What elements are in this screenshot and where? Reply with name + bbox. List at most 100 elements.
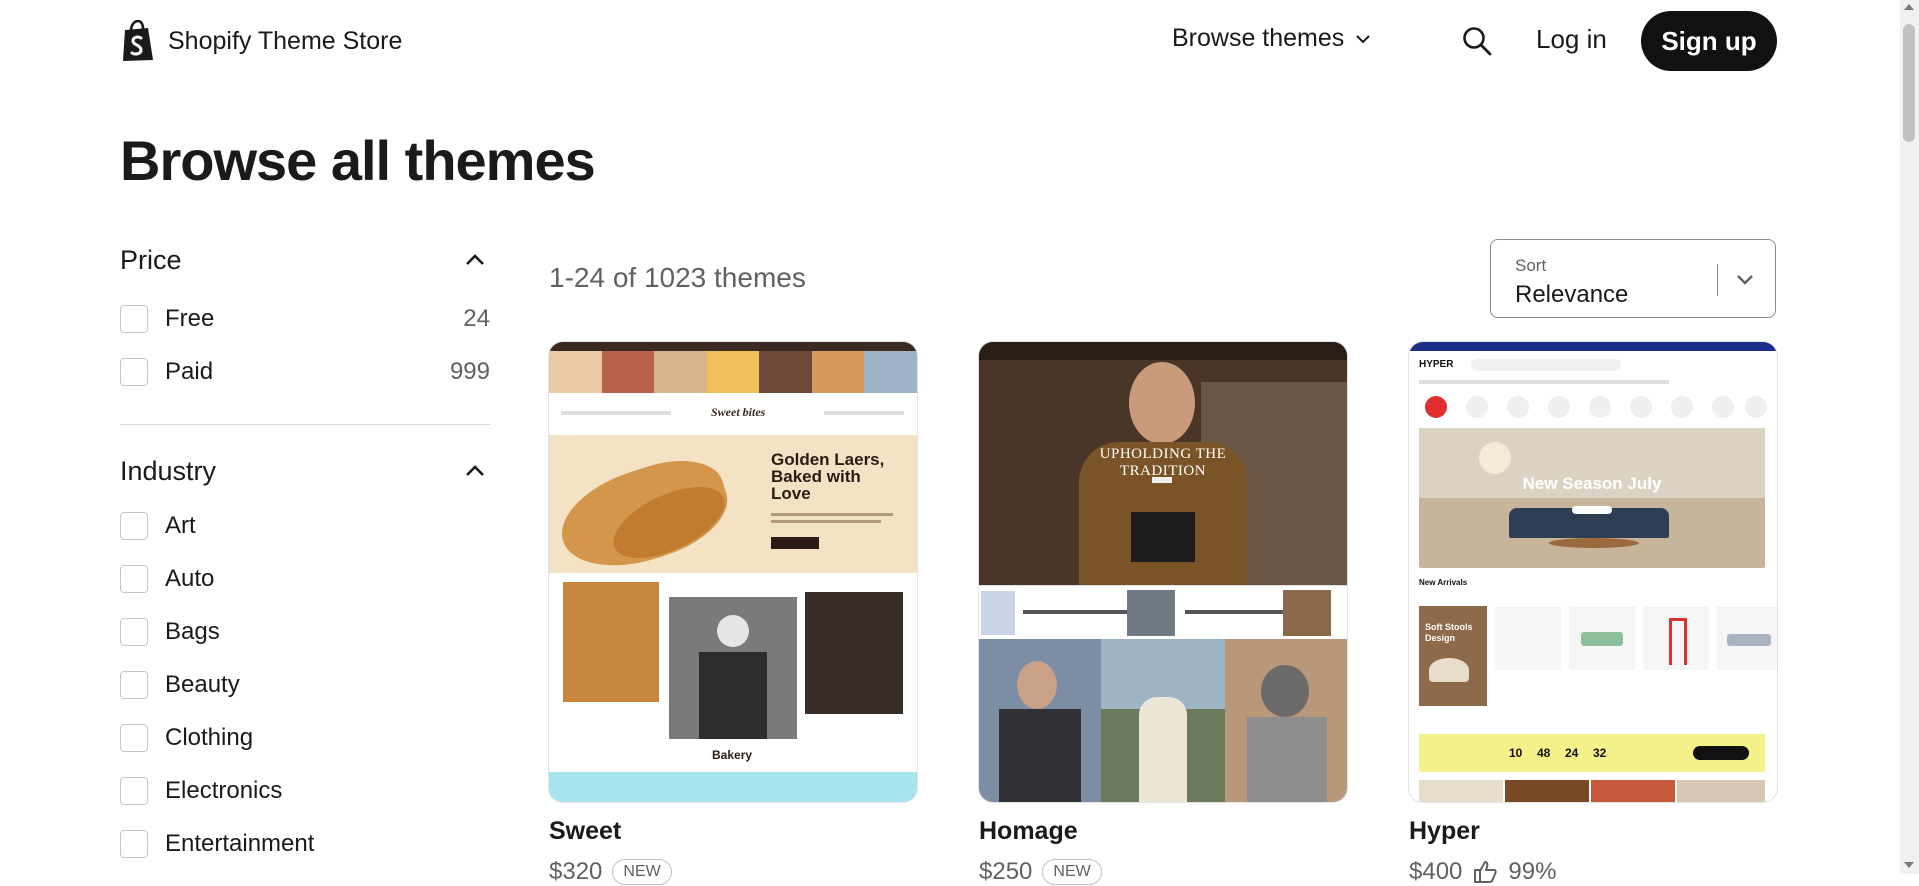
theme-price: $250 bbox=[979, 858, 1033, 885]
signup-button[interactable]: Sign up bbox=[1641, 11, 1777, 71]
filter-option-label: Paid bbox=[165, 357, 214, 385]
chevron-down-icon bbox=[1737, 275, 1753, 285]
preview-nav: Sweet bites bbox=[549, 393, 917, 436]
countdown-seconds: 32 bbox=[1593, 746, 1607, 760]
page-title: Browse all themes bbox=[120, 129, 596, 192]
chevron-up-icon bbox=[466, 254, 484, 265]
preview-logo: HYPER bbox=[1419, 359, 1454, 370]
theme-meta: $400 99% bbox=[1409, 858, 1556, 886]
theme-meta: $320 NEW bbox=[549, 858, 672, 886]
login-link[interactable]: Log in bbox=[1536, 24, 1607, 55]
preview-bottom-tile bbox=[1591, 780, 1675, 802]
checkbox[interactable] bbox=[120, 564, 148, 593]
preview-category-row bbox=[1409, 392, 1777, 424]
filter-option-label: Entertainment bbox=[165, 829, 315, 857]
filter-option-auto[interactable]: Auto bbox=[120, 552, 490, 605]
filter-option-count: 24 bbox=[463, 304, 490, 332]
preview-image-man bbox=[979, 639, 1101, 802]
preview-countdown-band: 10 48 24 32 bbox=[1419, 734, 1765, 772]
preview-footer-band bbox=[549, 772, 917, 802]
search-icon[interactable] bbox=[1460, 24, 1494, 58]
preview-bottom-tile bbox=[1505, 780, 1589, 802]
filter-option-label: Electronics bbox=[165, 776, 283, 804]
theme-preview-hyper[interactable]: HYPER New Season July New Arrivals Soft … bbox=[1409, 342, 1777, 802]
preview-logo: Sweet bites bbox=[711, 405, 766, 419]
preview-headline: Golden Laers, Baked with Love bbox=[771, 450, 885, 503]
results-count: 1-24 of 1023 themes bbox=[549, 262, 806, 293]
filter-option-free[interactable]: Free 24 bbox=[120, 292, 490, 345]
preview-promo: Soft Stools Design bbox=[1425, 622, 1473, 643]
preview-image-mountain bbox=[1101, 639, 1225, 802]
countdown-minutes: 24 bbox=[1565, 746, 1579, 760]
browse-themes-label: Browse themes bbox=[1172, 24, 1345, 52]
preview-product bbox=[1569, 606, 1635, 670]
filter-option-clothing[interactable]: Clothing bbox=[120, 711, 490, 764]
sort-separator bbox=[1717, 264, 1718, 296]
filter-option-entertainment[interactable]: Entertainment bbox=[120, 817, 490, 870]
preview-bottom-tile bbox=[1677, 780, 1765, 802]
brand-name: Shopify Theme Store bbox=[168, 26, 403, 55]
preview-image-woman bbox=[1225, 639, 1347, 802]
checkbox[interactable] bbox=[120, 829, 148, 858]
preview-hero: New Season July bbox=[1419, 428, 1765, 568]
preview-image-bread bbox=[563, 582, 659, 702]
sort-value: Relevance bbox=[1515, 281, 1629, 308]
new-badge: NEW bbox=[612, 859, 672, 885]
price-filter-toggle[interactable]: Price bbox=[120, 236, 490, 284]
theme-name[interactable]: Sweet bbox=[549, 817, 621, 846]
preview-topbar bbox=[1409, 342, 1777, 351]
industry-filter-toggle[interactable]: Industry bbox=[120, 447, 490, 495]
theme-preview-homage[interactable]: UPHOLDING THE TRADITION bbox=[979, 342, 1347, 802]
preview-section: New Arrivals bbox=[1419, 578, 1468, 587]
shopify-bag-icon bbox=[123, 20, 153, 61]
filter-option-count: 999 bbox=[449, 357, 490, 385]
filter-option-beauty[interactable]: Beauty bbox=[120, 658, 490, 711]
scroll-up-arrow-icon[interactable] bbox=[1904, 4, 1914, 10]
preview-product bbox=[1643, 606, 1709, 670]
countdown-days: 10 bbox=[1509, 746, 1523, 760]
theme-name[interactable]: Hyper bbox=[1409, 817, 1480, 846]
preview-section: Bakery bbox=[712, 748, 753, 762]
theme-meta: $250 NEW bbox=[979, 858, 1102, 886]
filter-option-label: Art bbox=[165, 511, 196, 539]
filter-option-label: Auto bbox=[165, 564, 215, 592]
filter-option-art[interactable]: Art bbox=[120, 499, 490, 552]
preview-topbar bbox=[549, 342, 917, 351]
chevron-down-icon bbox=[1356, 34, 1371, 43]
filter-option-bags[interactable]: Bags bbox=[120, 605, 490, 658]
theme-card-hyper[interactable]: HYPER New Season July New Arrivals Soft … bbox=[1409, 342, 1779, 885]
filter-option-label: Clothing bbox=[165, 723, 254, 751]
checkbox[interactable] bbox=[120, 304, 148, 333]
theme-card-homage[interactable]: UPHOLDING THE TRADITION Homage $250 NEW bbox=[979, 342, 1349, 885]
browse-themes-menu[interactable]: Browse themes bbox=[1172, 24, 1372, 53]
section-divider bbox=[120, 424, 490, 425]
preview-headline: New Season July bbox=[1522, 474, 1662, 493]
filter-sidebar: Price Free 24 Paid 999 Industry Art Auto… bbox=[120, 236, 490, 870]
scroll-down-arrow-icon[interactable] bbox=[1904, 862, 1914, 868]
preview-headline: UPHOLDING THE TRADITION bbox=[1099, 446, 1227, 479]
brand-logo[interactable]: Shopify Theme Store bbox=[120, 20, 402, 62]
filter-option-label: Bags bbox=[165, 617, 220, 645]
checkbox[interactable] bbox=[120, 617, 148, 646]
scrollbar-thumb[interactable] bbox=[1903, 24, 1915, 142]
sort-label: Sort bbox=[1515, 256, 1547, 275]
checkbox[interactable] bbox=[120, 511, 148, 540]
preview-food-strip bbox=[549, 351, 917, 393]
thumbs-up-icon bbox=[1474, 861, 1498, 883]
theme-preview-sweet[interactable]: Sweet bites Golden Laers, Baked with Lov… bbox=[549, 342, 917, 802]
preview-bottom-tile bbox=[1419, 780, 1503, 802]
preview-hero: UPHOLDING THE TRADITION bbox=[979, 342, 1347, 585]
checkbox[interactable] bbox=[120, 723, 148, 752]
checkbox[interactable] bbox=[120, 670, 148, 699]
sort-select[interactable]: Sort Relevance bbox=[1490, 239, 1776, 318]
theme-card-sweet[interactable]: Sweet bites Golden Laers, Baked with Lov… bbox=[549, 342, 919, 885]
checkbox[interactable] bbox=[120, 357, 148, 386]
theme-name[interactable]: Homage bbox=[979, 817, 1078, 846]
industry-filter-title: Industry bbox=[120, 455, 217, 486]
countdown-hours: 48 bbox=[1537, 746, 1551, 760]
filter-option-label: Beauty bbox=[165, 670, 240, 698]
new-badge: NEW bbox=[1042, 859, 1102, 885]
checkbox[interactable] bbox=[120, 776, 148, 805]
filter-option-electronics[interactable]: Electronics bbox=[120, 764, 490, 817]
filter-option-paid[interactable]: Paid 999 bbox=[120, 345, 490, 398]
